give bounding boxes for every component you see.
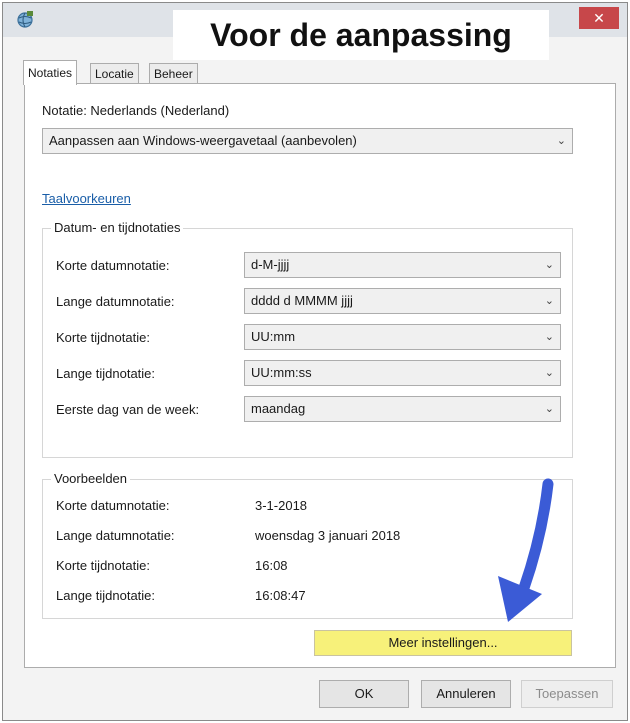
long-date-select[interactable]: dddd d MMMM jjjj ⌄ — [244, 288, 561, 314]
tab-beheer[interactable]: Beheer — [149, 63, 198, 84]
example-long-time-value: 16:08:47 — [255, 588, 306, 603]
notation-select[interactable]: Aanpassen aan Windows-weergavetaal (aanb… — [42, 128, 573, 154]
more-settings-button[interactable]: Meer instellingen... — [314, 630, 572, 656]
notation-label: Notatie: Nederlands (Nederland) — [42, 103, 230, 118]
language-prefs-link[interactable]: Taalvoorkeuren — [42, 191, 131, 206]
short-date-label: Korte datumnotatie: — [56, 258, 170, 273]
example-short-date-label: Korte datumnotatie: — [56, 498, 170, 513]
blue-arrow-icon — [498, 478, 554, 622]
short-date-value: d-M-jjjj — [251, 257, 290, 272]
short-time-select[interactable]: UU:mm ⌄ — [244, 324, 561, 350]
example-short-time-value: 16:08 — [255, 558, 288, 573]
examples-group-title: Voorbeelden — [51, 471, 131, 486]
long-time-select[interactable]: UU:mm:ss ⌄ — [244, 360, 561, 386]
chevron-down-icon: ⌄ — [544, 259, 554, 271]
cancel-button[interactable]: Annuleren — [421, 680, 511, 708]
chevron-down-icon: ⌄ — [544, 295, 554, 307]
chevron-down-icon: ⌄ — [544, 367, 554, 379]
annotation-banner: Voor de aanpassing — [173, 10, 549, 60]
chevron-down-icon: ⌄ — [544, 331, 554, 343]
first-day-value: maandag — [251, 401, 306, 416]
example-long-date-label: Lange datumnotatie: — [56, 528, 175, 543]
short-time-label: Korte tijdnotatie: — [56, 330, 150, 345]
formats-group: Datum- en tijdnotaties Korte datumnotati… — [42, 220, 573, 458]
notation-select-value: Aanpassen aan Windows-weergavetaal (aanb… — [49, 133, 357, 148]
example-short-time-label: Korte tijdnotatie: — [56, 558, 150, 573]
first-day-label: Eerste dag van de week: — [56, 402, 200, 417]
region-globe-icon — [17, 11, 33, 28]
chevron-down-icon: ⌄ — [556, 135, 566, 147]
long-time-label: Lange tijdnotatie: — [56, 366, 156, 381]
tab-locatie[interactable]: Locatie — [90, 63, 139, 84]
apply-button: Toepassen — [521, 680, 613, 708]
long-date-value: dddd d MMMM jjjj — [251, 293, 353, 308]
long-date-label: Lange datumnotatie: — [56, 294, 175, 309]
close-button[interactable]: ✕ — [579, 7, 619, 29]
first-day-select[interactable]: maandag ⌄ — [244, 396, 561, 422]
ok-button[interactable]: OK — [319, 680, 409, 708]
example-short-date-value: 3-1-2018 — [255, 498, 308, 513]
chevron-down-icon: ⌄ — [544, 403, 554, 415]
tab-notaties[interactable]: Notaties — [23, 60, 78, 85]
short-date-select[interactable]: d-M-jjjj ⌄ — [244, 252, 561, 278]
short-time-value: UU:mm — [251, 329, 296, 344]
long-time-value: UU:mm:ss — [251, 365, 312, 380]
example-long-time-label: Lange tijdnotatie: — [56, 588, 156, 603]
formats-group-title: Datum- en tijdnotaties — [51, 220, 184, 235]
example-long-date-value: woensdag 3 januari 2018 — [255, 528, 401, 543]
